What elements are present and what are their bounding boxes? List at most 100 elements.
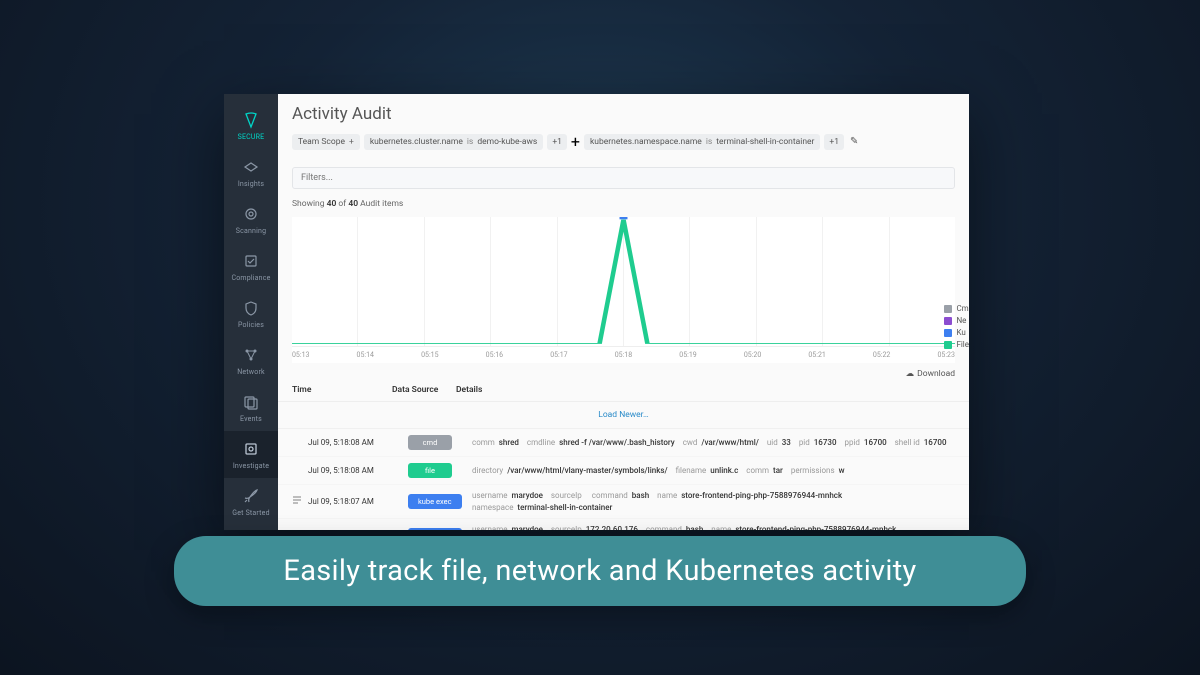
sidebar-item-secure[interactable]: SECURE	[224, 102, 278, 149]
detail-kv: cmdline shred -f /var/www/.bash_history	[527, 438, 675, 447]
chip-op: is	[706, 137, 712, 147]
legend-item[interactable]: Cm	[944, 304, 969, 313]
detail-kv: name store-frontend-ping-php-7588976944-…	[711, 525, 896, 530]
detail-kv: filename unlink.c	[676, 466, 739, 475]
plus-icon: +	[349, 137, 354, 147]
chart-legend: Cm Ne Ku File	[944, 304, 969, 352]
row-time: Jul 09, 5:18:07 AM	[308, 497, 408, 506]
chip-key: kubernetes.cluster.name	[370, 137, 463, 147]
page-title: Activity Audit	[292, 104, 955, 124]
table-row[interactable]: Jul 09, 5:18:08 AMfile directory /var/www…	[278, 457, 969, 485]
detail-kv: pid 16730	[799, 438, 837, 447]
sidebar: SECURE Insights Scanning Compliance Poli…	[224, 94, 278, 530]
sidebar-label: Investigate	[233, 462, 269, 470]
filter-chip-cluster[interactable]: kubernetes.cluster.name is demo-kube-aws	[364, 134, 544, 150]
sidebar-item-investigate[interactable]: Investigate	[224, 431, 278, 478]
row-details: username marydoe sourceIp command bash nam…	[472, 491, 955, 512]
download-icon: ☁	[906, 369, 915, 379]
sidebar-label: Network	[237, 368, 265, 376]
activity-chart: 05:1305:1405:1505:1605:1705:1805:1905:20…	[292, 217, 955, 363]
events-icon	[241, 392, 261, 412]
expand-icon[interactable]	[292, 529, 306, 530]
main-content: Activity Audit Team Scope + kubernetes.c…	[278, 94, 969, 530]
sidebar-item-events[interactable]: Events	[224, 384, 278, 431]
legend-item[interactable]: Ne	[944, 316, 969, 325]
detail-kv: sourceIp	[551, 491, 584, 500]
sidebar-item-network[interactable]: Network	[224, 337, 278, 384]
results-count: Showing 40 of 40 Audit items	[278, 195, 969, 213]
rocket-icon	[241, 486, 261, 506]
row-time: Jul 09, 5:18:08 AM	[308, 438, 408, 447]
source-badge: cmd	[408, 435, 452, 450]
insights-icon	[241, 157, 261, 177]
sidebar-item-scanning[interactable]: Scanning	[224, 196, 278, 243]
legend-item[interactable]: File	[944, 340, 969, 349]
table-row[interactable]: Jul 09, 5:18:08 AMcmd comm shredcmdline s…	[278, 429, 969, 457]
chip-extra[interactable]: +1	[824, 134, 844, 150]
legend-label: Cm	[956, 304, 968, 313]
sidebar-item-insights[interactable]: Insights	[224, 149, 278, 196]
expand-icon[interactable]	[292, 495, 306, 508]
legend-label: Ku	[956, 328, 965, 337]
row-source: file	[408, 463, 472, 478]
sidebar-label: Scanning	[236, 227, 266, 235]
chip-op: is	[467, 137, 473, 147]
filter-input[interactable]	[292, 167, 955, 189]
app-window: SECURE Insights Scanning Compliance Poli…	[224, 94, 969, 530]
source-badge: kube exec	[408, 528, 462, 530]
sidebar-label: Events	[240, 415, 262, 423]
table-headers: Time Data Source Details	[278, 379, 969, 402]
sidebar-label: SECURE	[238, 133, 265, 141]
compliance-icon	[241, 251, 261, 271]
sidebar-item-compliance[interactable]: Compliance	[224, 243, 278, 290]
legend-swatch	[944, 305, 952, 313]
edit-scope-button[interactable]: ✎	[850, 136, 858, 147]
sidebar-label: Policies	[238, 321, 264, 329]
row-source: cmd	[408, 435, 472, 450]
sidebar-label: Compliance	[231, 274, 270, 282]
network-icon	[241, 345, 261, 365]
detail-kv: username marydoe	[472, 491, 543, 500]
table-row[interactable]: Jul 09, 5:18:07 AMkube execusername mary…	[278, 519, 969, 530]
download-button[interactable]: Download	[917, 369, 955, 379]
legend-item[interactable]: Ku	[944, 328, 969, 337]
row-source: kube exec	[408, 528, 472, 530]
col-time[interactable]: Time	[292, 385, 392, 395]
col-source[interactable]: Data Source	[392, 385, 456, 395]
table-row[interactable]: Jul 09, 5:18:07 AMkube execusername mary…	[278, 485, 969, 519]
row-details: directory /var/www/html/vlany-master/sym…	[472, 466, 955, 475]
source-badge: file	[408, 463, 452, 478]
row-details: username marydoesourceIp 172.20.60.176co…	[472, 525, 955, 530]
col-details[interactable]: Details	[456, 385, 955, 395]
chip-key: kubernetes.namespace.name	[590, 137, 702, 147]
detail-kv: shell id 16700	[895, 438, 947, 447]
detail-kv: name store-frontend-ping-php-7588976944-…	[657, 491, 842, 500]
load-newer-button[interactable]: Load Newer…	[278, 402, 969, 429]
row-time: Jul 09, 5:18:08 AM	[308, 466, 408, 475]
sidebar-item-get-started[interactable]: Get Started	[224, 478, 278, 525]
plus-icon[interactable]: +	[571, 132, 580, 151]
chart-x-axis: 05:1305:1405:1505:1605:1705:1805:1905:20…	[292, 347, 955, 363]
detail-kv: ppid 16700	[844, 438, 886, 447]
chip-val: terminal-shell-in-container	[716, 137, 814, 147]
detail-kv: permissions w	[791, 466, 845, 475]
legend-label: File	[956, 340, 969, 349]
scope-bar: Team Scope + kubernetes.cluster.name is …	[292, 132, 955, 151]
chip-val: demo-kube-aws	[477, 137, 537, 147]
legend-label: Ne	[956, 316, 966, 325]
detail-kv: command bash	[592, 491, 649, 500]
scope-chip[interactable]: Team Scope +	[292, 134, 360, 150]
secure-icon	[241, 110, 261, 130]
caption-banner: Easily track file, network and Kubernete…	[174, 536, 1026, 606]
legend-swatch	[944, 329, 952, 337]
detail-kv: sourceIp 172.20.60.176	[551, 525, 638, 530]
row-source: kube exec	[408, 494, 472, 509]
sidebar-item-policies[interactable]: Policies	[224, 290, 278, 337]
chip-extra[interactable]: +1	[547, 134, 567, 150]
scope-label: Team Scope	[298, 137, 345, 147]
scanning-icon	[241, 204, 261, 224]
detail-kv: comm tar	[746, 466, 783, 475]
legend-swatch	[944, 317, 952, 325]
row-details: comm shredcmdline shred -f /var/www/.bas…	[472, 438, 955, 447]
filter-chip-namespace[interactable]: kubernetes.namespace.name is terminal-sh…	[584, 134, 820, 150]
